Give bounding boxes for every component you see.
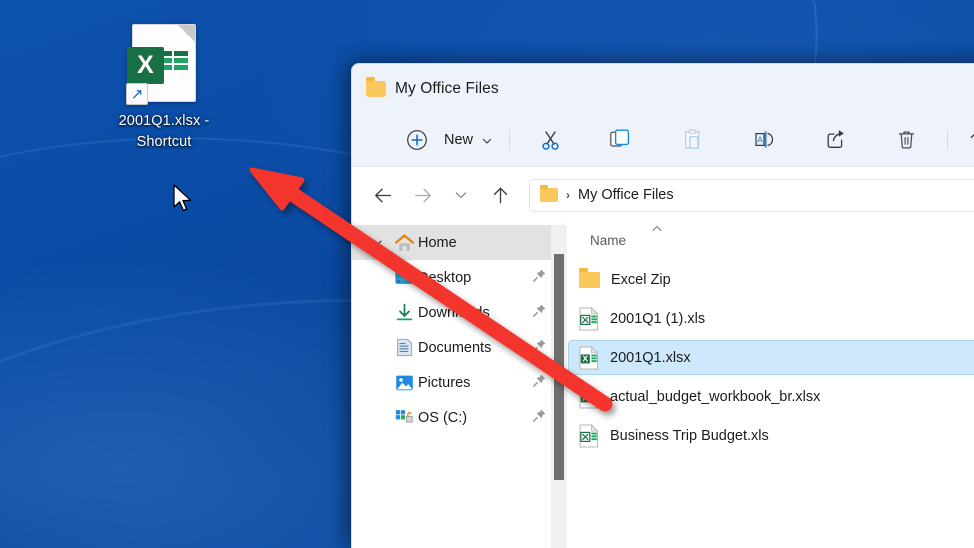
sidebar-item-label: Documents — [418, 340, 491, 356]
window-title: My Office Files — [395, 80, 499, 98]
file-list-pane: Name Excel Zip — [568, 223, 974, 548]
shortcut-arrow-badge: ↗ — [126, 83, 148, 105]
cut-button[interactable] — [531, 123, 569, 157]
sidebar-item-label: Desktop — [418, 270, 471, 286]
clipboard-paste-icon — [681, 128, 704, 151]
xlsx-file-icon: X — [579, 346, 599, 370]
forward-button — [405, 178, 439, 212]
table-row[interactable]: X 2001Q1.xlsx — [568, 340, 974, 375]
toolbar-separator — [509, 130, 510, 150]
sidebar-scrollbar-track[interactable] — [551, 225, 567, 548]
navigation-bar: › My Office Files — [352, 167, 974, 223]
recent-locations-button[interactable] — [444, 178, 478, 212]
table-row[interactable]: X actual_budget_workbook_br.xlsx — [568, 379, 974, 414]
arrow-up-icon — [490, 185, 511, 206]
new-button-label: New — [444, 132, 473, 148]
spreadsheet-grid-icon — [163, 51, 188, 73]
rename-button[interactable]: A — [745, 123, 783, 157]
file-name: Excel Zip — [611, 272, 671, 288]
sidebar-scrollbar-thumb[interactable] — [554, 254, 564, 480]
desktop-icon — [390, 269, 418, 286]
chevron-down-icon[interactable] — [364, 236, 390, 250]
command-toolbar: New — [352, 113, 974, 167]
page-fold — [178, 25, 195, 42]
document-icon — [390, 338, 418, 357]
window-body: Home Desktop — [352, 223, 974, 548]
table-row[interactable]: 2001Q1 (1).xls — [568, 301, 974, 336]
file-name: actual_budget_workbook_br.xlsx — [610, 389, 820, 405]
arrow-right-icon — [412, 185, 433, 206]
file-name: Business Trip Budget.xls — [610, 428, 769, 444]
pictures-icon — [390, 374, 418, 392]
column-header-row: Name — [568, 223, 974, 258]
sidebar-item-desktop[interactable]: Desktop — [352, 260, 563, 295]
sidebar-item-documents[interactable]: Documents — [352, 330, 563, 365]
xlsx-file-icon: X — [579, 385, 599, 409]
desktop-shortcut-2001q1-xlsx[interactable]: X ↗ 2001Q1.xlsx - Shortcut — [96, 24, 232, 152]
sidebar-item-label: Pictures — [418, 375, 470, 391]
pin-icon[interactable] — [532, 268, 547, 288]
table-row[interactable]: Business Trip Budget.xls — [568, 418, 974, 453]
copy-button[interactable] — [601, 123, 639, 157]
file-explorer-window[interactable]: My Office Files New — [351, 63, 974, 548]
sort-button[interactable] — [958, 123, 974, 157]
trash-can-icon — [895, 128, 918, 151]
sidebar-item-home[interactable]: Home — [352, 225, 563, 260]
excel-file-shortcut-icon: X ↗ — [132, 24, 196, 102]
up-button[interactable] — [483, 178, 517, 212]
share-arrow-icon — [824, 128, 847, 151]
window-titlebar[interactable]: My Office Files — [352, 64, 974, 113]
copy-pages-icon — [609, 128, 632, 151]
xls-file-icon — [579, 307, 599, 331]
home-icon — [390, 233, 418, 253]
svg-text:X: X — [582, 353, 588, 363]
sidebar-item-label: OS (C:) — [418, 410, 467, 426]
file-name: 2001Q1 (1).xls — [610, 311, 705, 327]
breadcrumb-separator: › — [566, 188, 570, 202]
pin-icon[interactable] — [532, 303, 547, 323]
plus-circle-icon — [398, 123, 436, 157]
sidebar-item-downloads[interactable]: Downloads — [352, 295, 563, 330]
download-icon — [390, 303, 418, 322]
folder-icon — [366, 81, 386, 97]
os-drive-icon — [390, 409, 418, 427]
sidebar-item-label: Downloads — [418, 305, 490, 321]
excel-x-badge: X — [127, 47, 164, 84]
chevron-down-icon — [453, 187, 469, 203]
navigation-sidebar: Home Desktop — [352, 223, 563, 548]
sidebar-item-label: Home — [418, 235, 457, 251]
paste-button — [673, 123, 711, 157]
screen: X ↗ 2001Q1.xlsx - Shortcut My Office Fil… — [0, 0, 974, 548]
rename-a-cursor-icon: A — [752, 128, 776, 151]
sort-up-arrow-icon — [966, 128, 974, 151]
sidebar-item-os-c[interactable]: OS (C:) — [352, 400, 563, 435]
table-row[interactable]: Excel Zip — [568, 262, 974, 297]
scissors-icon — [539, 128, 562, 151]
file-name: 2001Q1.xlsx — [610, 350, 691, 366]
xls-file-icon — [579, 424, 599, 448]
delete-button[interactable] — [887, 123, 925, 157]
share-button[interactable] — [816, 123, 854, 157]
address-breadcrumb-bar[interactable]: › My Office Files — [529, 179, 974, 212]
arrow-left-icon — [373, 185, 394, 206]
svg-text:X: X — [582, 392, 588, 402]
chevron-down-icon[interactable] — [481, 134, 493, 146]
pin-icon[interactable] — [532, 338, 547, 358]
back-button[interactable] — [366, 178, 400, 212]
folder-icon — [579, 272, 600, 288]
column-header-name[interactable]: Name — [590, 233, 626, 248]
sidebar-item-pictures[interactable]: Pictures — [352, 365, 563, 400]
folder-icon — [540, 188, 558, 202]
svg-text:A: A — [757, 135, 763, 145]
chevron-up-icon — [650, 222, 664, 236]
desktop-shortcut-label: 2001Q1.xlsx - Shortcut — [119, 111, 210, 152]
pin-icon[interactable] — [532, 373, 547, 393]
pin-icon[interactable] — [532, 408, 547, 428]
mouse-pointer-cursor — [172, 184, 194, 216]
toolbar-separator — [947, 130, 948, 150]
breadcrumb-current-folder[interactable]: My Office Files — [578, 187, 674, 203]
new-button[interactable]: New — [392, 123, 499, 157]
